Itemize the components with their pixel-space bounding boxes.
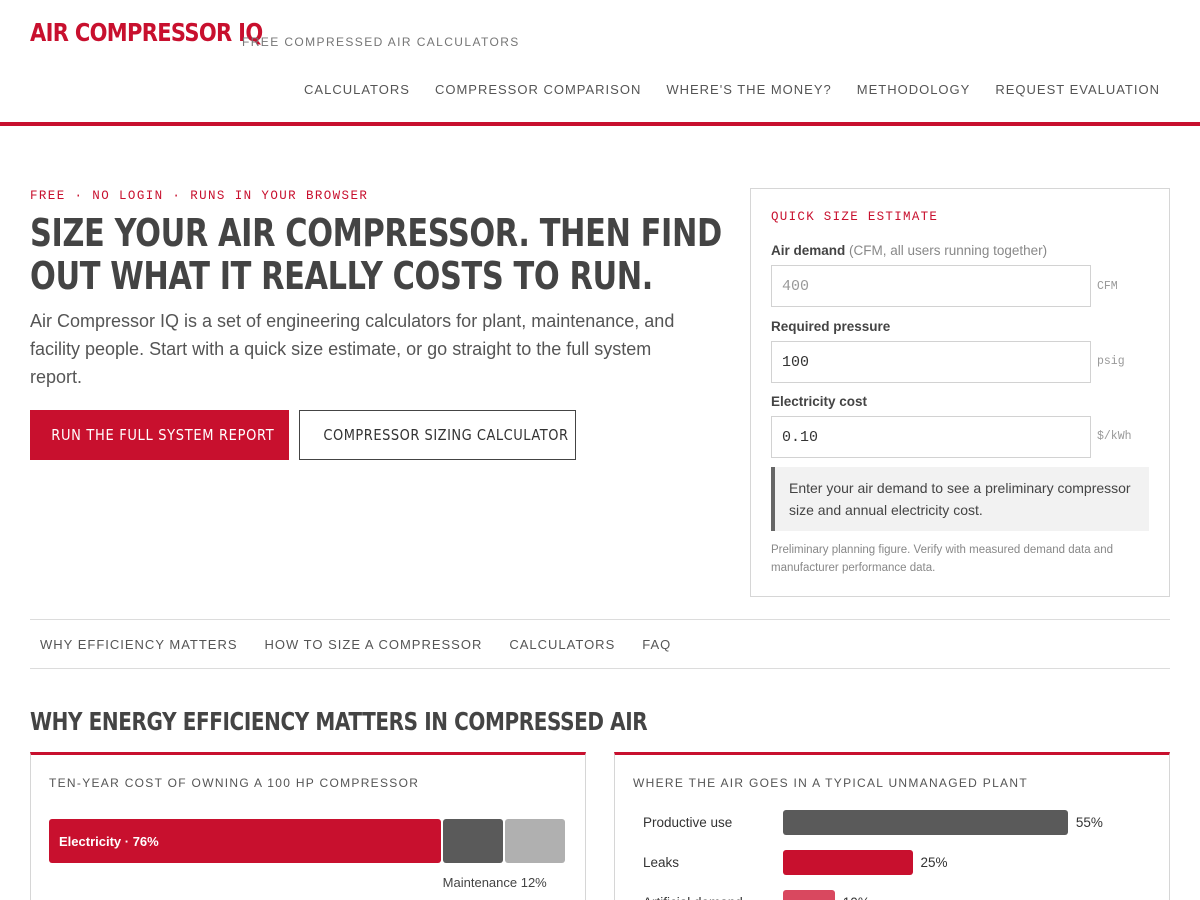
estimate-notice: Enter your air demand to see a prelimina… [771,467,1149,531]
quick-estimate-title: QUICK SIZE ESTIMATE [771,210,939,224]
ten-year-cost-card: TEN-YEAR COST OF OWNING A 100 HP COMPRES… [30,752,586,900]
air-usage-title: WHERE THE AIR GOES IN A TYPICAL UNMANAGE… [633,776,1028,790]
nav-calculators[interactable]: CALCULATORS [304,82,410,97]
air-demand-label-text: Air demand [771,243,846,258]
hero-subtitle: Air Compressor IQ is a set of engineerin… [30,311,675,387]
pressure-unit: psig [1097,355,1125,368]
section-nav: WHY EFFICIENCY MATTERS HOW TO SIZE A COM… [30,619,1170,669]
air-demand-hint: (CFM, all users running together) [849,243,1048,258]
sizing-calculator-button[interactable]: COMPRESSOR SIZING CALCULATOR [299,410,576,460]
nav-wheres-the-money[interactable]: WHERE'S THE MONEY? [666,82,831,97]
main-nav: CALCULATORS COMPRESSOR COMPARISON WHERE'… [304,82,1160,97]
nav-compressor-comparison[interactable]: COMPRESSOR COMPARISON [435,82,641,97]
air-row-bar-0 [783,810,1068,835]
electricity-unit: $/kWh [1097,430,1132,443]
nav-methodology[interactable]: METHODOLOGY [857,82,971,97]
air-usage-card: WHERE THE AIR GOES IN A TYPICAL UNMANAGE… [614,752,1170,900]
air-row-value-2: 10% [843,895,870,900]
run-full-report-label: RUN THE FULL SYSTEM REPORT [51,426,275,444]
header-divider [0,122,1200,126]
air-row-label-0: Productive use [643,815,733,830]
efficiency-section-title: WHY ENERGY EFFICIENCY MATTERS IN COMPRES… [30,707,648,736]
brand-logo[interactable]: AIR COMPRESSOR IQ [30,18,263,47]
electricity-input[interactable] [771,416,1091,458]
air-row-bar-1 [783,850,913,875]
section-nav-why-efficiency[interactable]: WHY EFFICIENCY MATTERS [40,637,238,652]
air-row-label-2: Artificial demand [643,895,743,900]
pressure-label: Required pressure [771,319,891,334]
estimate-disclaimer: Preliminary planning figure. Verify with… [771,544,1113,574]
air-demand-unit: CFM [1097,280,1118,293]
sizing-calculator-label: COMPRESSOR SIZING CALCULATOR [323,426,569,444]
cost-segment-2 [504,819,565,863]
hero-title: SIZE YOUR AIR COMPRESSOR. THEN FIND OUT … [30,211,722,298]
quick-estimate-panel: QUICK SIZE ESTIMATE Air demand (CFM, all… [750,188,1170,597]
section-nav-how-to-size[interactable]: HOW TO SIZE A COMPRESSOR [265,637,483,652]
cost-segment-caption-1: Maintenance 12% [442,875,547,890]
pressure-input[interactable] [771,341,1091,383]
cost-segment-label-0: Electricity · 76% [59,834,159,849]
air-row-value-1: 25% [920,855,948,870]
run-full-report-button[interactable]: RUN THE FULL SYSTEM REPORT [30,410,289,460]
air-demand-label: Air demand (CFM, all users running toget… [771,243,1047,258]
electricity-label: Electricity cost [771,394,868,409]
section-nav-calculators[interactable]: CALCULATORS [509,637,615,652]
cost-segment-0: Electricity · 76% [49,819,441,863]
air-row-bar-2 [783,890,835,900]
hero-eyebrow: FREE · NO LOGIN · RUNS IN YOUR BROWSER [30,189,369,203]
air-demand-input[interactable] [771,265,1091,307]
cost-segment-1 [442,819,503,863]
nav-request-evaluation[interactable]: REQUEST EVALUATION [995,82,1160,97]
air-row-value-0: 55% [1075,815,1103,830]
site-tagline: FREE COMPRESSED AIR CALCULATORS [242,35,520,49]
ten-year-cost-title: TEN-YEAR COST OF OWNING A 100 HP COMPRES… [49,776,420,790]
section-nav-faq[interactable]: FAQ [642,637,671,652]
air-row-label-1: Leaks [643,855,680,870]
